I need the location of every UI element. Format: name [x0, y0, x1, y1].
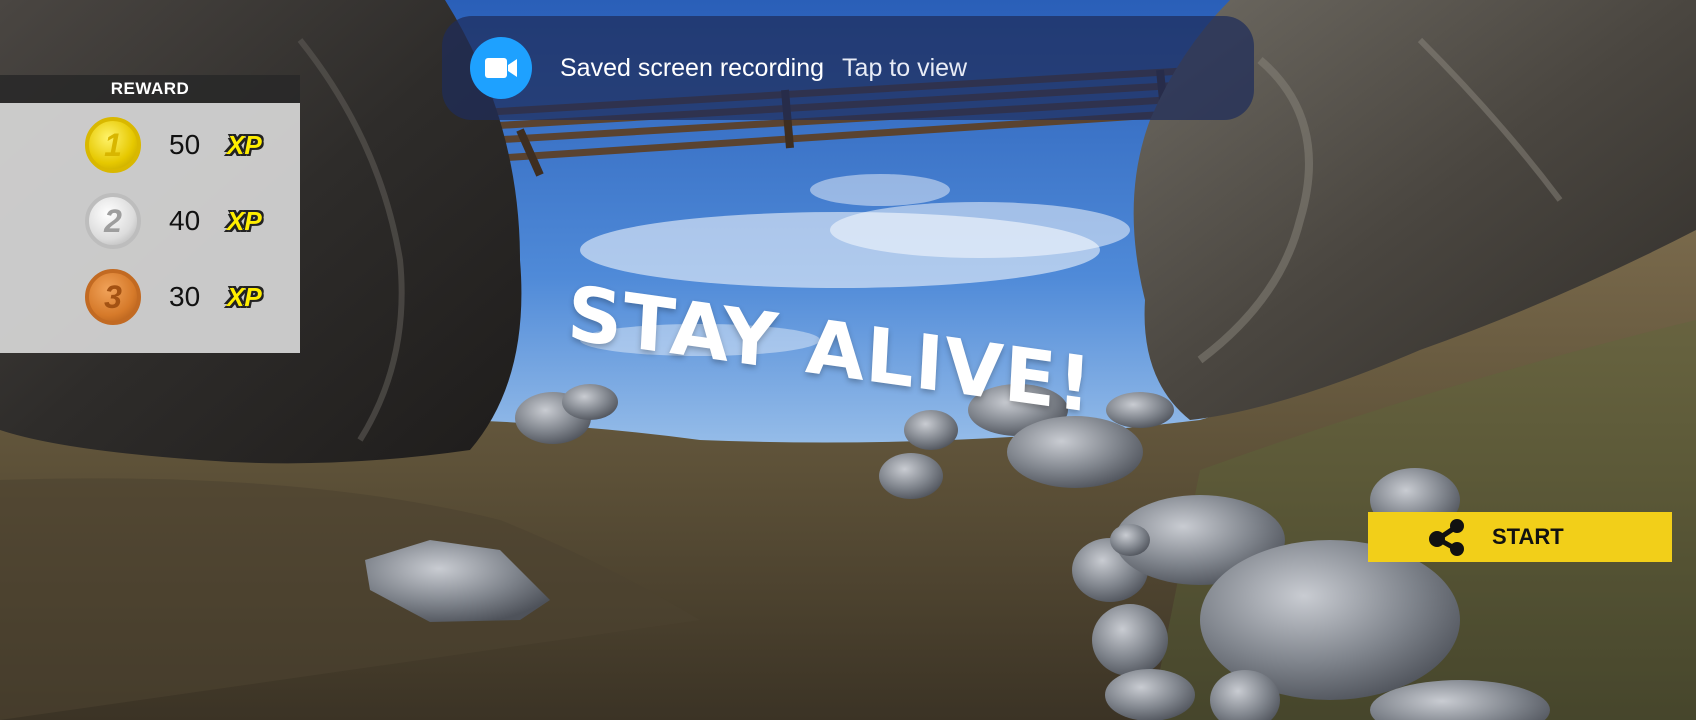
screen-recording-notification[interactable]: Saved screen recording Tap to view — [442, 16, 1254, 120]
reward-xp-value: 30 — [169, 281, 201, 312]
reward-row-1: 1 50 XP — [85, 115, 262, 175]
start-button[interactable]: START — [1368, 512, 1672, 562]
reward-row-2: 2 40 XP — [85, 191, 262, 251]
xp-label: XP — [227, 205, 262, 236]
reward-xp-value: 40 — [169, 205, 201, 236]
reward-title: REWARD — [0, 75, 300, 103]
reward-xp-value: 50 — [169, 129, 201, 160]
notification-title: Saved screen recording — [560, 53, 825, 82]
xp-label: XP — [227, 281, 262, 312]
video-camera-icon — [470, 37, 532, 99]
start-button-label: START — [1492, 524, 1564, 549]
share-icon — [1429, 519, 1464, 556]
reward-row-3: 3 30 XP — [85, 267, 262, 327]
gold-medal-icon: 1 — [85, 117, 141, 173]
bronze-medal-icon: 3 — [85, 269, 141, 325]
tap-to-view-link[interactable]: Tap to view — [842, 54, 967, 83]
xp-label: XP — [227, 129, 262, 160]
reward-panel: 1 50 XP 2 40 XP 3 30 XP — [0, 103, 300, 353]
silver-medal-icon: 2 — [85, 193, 141, 249]
